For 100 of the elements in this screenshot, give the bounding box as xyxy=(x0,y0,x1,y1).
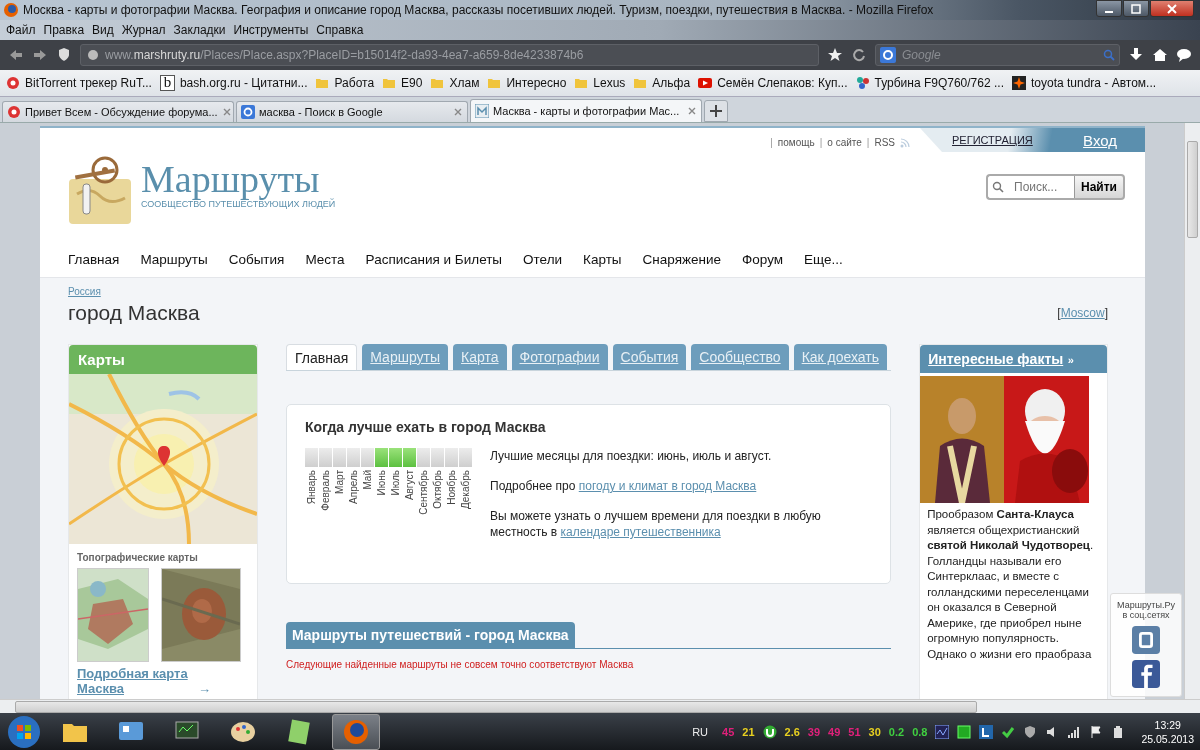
nav-item[interactable]: Отели xyxy=(523,252,563,267)
address-field[interactable]: www.marshruty.ru/Places/Place.aspx?PlaceID=b15014f2-da93-4ea7-a659-8de4233874b6 xyxy=(80,44,819,66)
torrent-icon[interactable] xyxy=(762,724,777,739)
nav-item[interactable]: Снаряжение xyxy=(642,252,721,267)
menu-item[interactable]: Файл xyxy=(2,23,40,37)
header-link[interactable]: о сайте xyxy=(827,137,862,148)
menu-item[interactable]: Журнал xyxy=(117,23,170,37)
bookmark-item[interactable]: Работа xyxy=(315,76,375,90)
bookmark-item[interactable]: Интересно xyxy=(487,76,567,90)
vk-icon[interactable] xyxy=(1132,626,1160,654)
nav-item[interactable]: Карты xyxy=(583,252,622,267)
back-icon[interactable] xyxy=(8,47,24,63)
close-icon[interactable] xyxy=(453,107,463,117)
menu-item[interactable]: Инструменты xyxy=(229,23,313,37)
square-icon[interactable] xyxy=(957,724,972,739)
menu-item[interactable]: Справка xyxy=(312,23,368,37)
check-icon[interactable] xyxy=(1001,724,1016,739)
month-label: Сентябрь xyxy=(418,470,429,515)
nav-item[interactable]: События xyxy=(228,252,285,267)
tray-reading: 21 xyxy=(742,725,755,738)
start-button[interactable] xyxy=(6,713,42,750)
nav-item[interactable]: Форум xyxy=(742,252,784,267)
nav-item[interactable]: Маршруты xyxy=(140,252,208,267)
bookmark-item[interactable]: Турбина F9Q760/762 ... xyxy=(855,76,1004,90)
section-label: Топографические карты xyxy=(77,552,199,563)
monitor-icon[interactable] xyxy=(935,724,950,739)
more-link[interactable]: » xyxy=(1067,354,1074,366)
bookmark-item[interactable]: E90 xyxy=(382,76,423,90)
download-icon[interactable] xyxy=(1128,47,1144,63)
site-search-field[interactable]: Поиск... xyxy=(986,174,1074,200)
facebook-icon[interactable] xyxy=(1132,660,1160,688)
close-button[interactable] xyxy=(1150,0,1194,17)
maximize-button[interactable] xyxy=(1123,0,1149,17)
header-link[interactable]: RSS xyxy=(874,137,895,148)
header-link[interactable]: помощь xyxy=(777,137,815,148)
browser-tab[interactable]: Привет Всем - Обсуждение форума... xyxy=(2,101,234,122)
shield-icon[interactable] xyxy=(56,47,72,63)
horizontal-scrollbar[interactable] xyxy=(0,699,1200,713)
language-indicator[interactable]: RU xyxy=(692,725,709,738)
register-link[interactable]: РЕГИСТРАЦИЯ xyxy=(952,134,1033,146)
nav-item[interactable]: Расписания и Билеты xyxy=(365,252,503,267)
bookmark-item[interactable]: b bash.org.ru - Цитатни... xyxy=(159,75,308,91)
tray-reading: 39 xyxy=(807,725,821,738)
forward-icon[interactable] xyxy=(32,47,48,63)
nav-item[interactable]: Главная xyxy=(68,252,120,267)
menu-item[interactable]: Закладки xyxy=(169,23,230,37)
month-label: Февраль xyxy=(320,470,331,511)
arrow-icon: → xyxy=(198,681,211,696)
search-button[interactable]: Найти xyxy=(1074,174,1125,200)
menu-item[interactable]: Правка xyxy=(39,23,89,37)
bracket: ] xyxy=(1104,306,1108,320)
folder-icon xyxy=(574,76,589,90)
card-title: Когда лучше ехать в город Масква xyxy=(305,419,547,435)
tray-reading: 51 xyxy=(848,725,861,738)
reload-icon[interactable] xyxy=(851,47,867,63)
browser-tab[interactable]: Масква - карты и фотографии Мас... xyxy=(470,99,702,122)
close-icon[interactable] xyxy=(221,107,232,117)
bookmark-item[interactable]: Семён Слепаков: Куп... xyxy=(698,76,848,90)
clock-date[interactable]: 25.05.2013 xyxy=(1141,731,1194,746)
bookmark-item[interactable]: Lexus xyxy=(574,76,626,90)
ring-icon xyxy=(6,76,20,90)
month-label: Январь xyxy=(306,470,317,505)
minimize-button[interactable] xyxy=(1096,0,1122,17)
weather-link[interactable]: погоду и климат в город Масква xyxy=(578,479,757,493)
social-title: Маршруты.Ру в соц.сетях xyxy=(1116,600,1176,620)
new-tab-icon[interactable] xyxy=(704,100,728,122)
maximize-icon xyxy=(1131,3,1141,14)
nav-item[interactable]: Места xyxy=(305,252,345,267)
vertical-scrollbar[interactable] xyxy=(1184,123,1200,699)
search-icon xyxy=(992,181,1004,193)
home-icon[interactable] xyxy=(1152,47,1168,63)
month-label: Август xyxy=(404,470,415,501)
star-icon xyxy=(1012,76,1026,90)
login-link[interactable]: Вход xyxy=(1083,131,1117,149)
browser-tab[interactable]: масква - Поиск в Google xyxy=(236,101,468,122)
calendar-link[interactable]: календаре путешественника xyxy=(560,525,721,539)
nav-item[interactable]: Еще... xyxy=(804,252,843,267)
bookmark-item[interactable]: BitTorrent трекер RuT... xyxy=(6,76,152,90)
detailed-map-link[interactable]: Подробная карта Масква xyxy=(77,666,195,696)
folder-icon xyxy=(382,76,397,90)
bookmark-item[interactable]: Альфа xyxy=(633,76,691,90)
signal-icon[interactable] xyxy=(1067,724,1082,739)
facts-link[interactable]: Интересные факты xyxy=(928,351,1064,367)
search-engine-icon[interactable] xyxy=(880,47,896,63)
bookmark-item[interactable]: toyota tundra - Автом... xyxy=(1012,76,1157,90)
bracket: [ xyxy=(1057,306,1061,320)
site-logo[interactable]: Маршруты xyxy=(141,159,336,199)
clock-time[interactable]: 13:29 xyxy=(1154,717,1181,732)
fact-text: Прообразом Санта-Клауса является общехристианский святой Николай Чудотворец. Голландцы называли его Синтерклаас, и вместе с голландскими переселенцами он оказался в Северной Америке, где приобрел ныне огромную популярность. Однако о жизни его праобраза xyxy=(927,507,1095,662)
flag-icon[interactable] xyxy=(1089,724,1104,739)
tray-reading: 45 xyxy=(722,725,735,738)
month-label: Апрель xyxy=(348,470,359,504)
shield-icon[interactable] xyxy=(1023,724,1038,739)
place-tab[interactable]: Главная xyxy=(286,344,358,370)
close-icon[interactable] xyxy=(687,106,697,116)
menu-item[interactable]: Вид xyxy=(88,23,118,37)
star-icon[interactable] xyxy=(827,47,843,63)
notice-text: Следующие найденные маршруты не совсем точно соответствуют Масква xyxy=(286,659,635,670)
chat-icon[interactable] xyxy=(1176,47,1192,63)
bookmark-item[interactable]: Хлам xyxy=(430,76,480,90)
